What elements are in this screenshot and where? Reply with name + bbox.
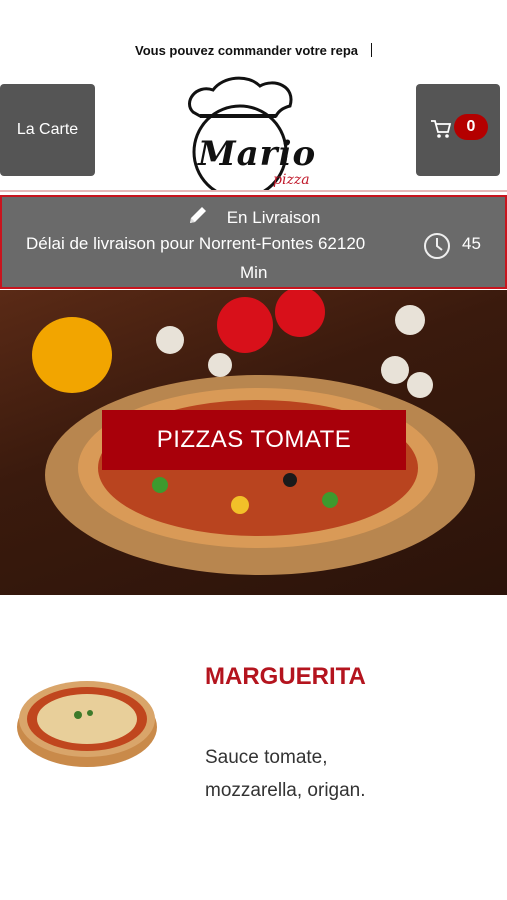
ticker-text: Vous pouvez commander votre repa (135, 43, 358, 58)
logo[interactable]: Mario pizza (178, 72, 333, 200)
delivery-info-bar[interactable]: En Livraison Délai de livraison pour Nor… (0, 195, 507, 289)
pencil-icon[interactable] (187, 204, 209, 226)
logo-title: Mario (198, 134, 317, 174)
menu-button[interactable]: La Carte (0, 84, 95, 176)
product-name: MARGUERITA (205, 663, 366, 690)
product-description: Sauce tomate, mozzarella, origan. (205, 747, 366, 801)
cart-button[interactable]: 0 (416, 84, 500, 176)
cart-count-badge: 0 (454, 114, 488, 140)
announcement-ticker: Vous pouvez commander votre repa (0, 40, 507, 62)
category-banner[interactable]: PIZZAS TOMATE (0, 290, 507, 595)
product-card-marguerita[interactable]: MARGUERITA Sauce tomate, mozzarella, ori… (0, 595, 507, 900)
header: La Carte Mario pizza 0 (0, 70, 507, 200)
pizza-thumbnail-image (17, 681, 157, 767)
delivery-unit: Min (240, 263, 268, 282)
ticker-caret (371, 43, 372, 57)
cart-icon (431, 120, 452, 138)
delivery-delay-text: Délai de livraison pour Norrent-Fontes 6… (26, 234, 366, 253)
delivery-minutes: 45 (462, 234, 481, 253)
logo-subtitle: pizza (273, 172, 310, 188)
delivery-mode: En Livraison (226, 208, 321, 227)
clock-icon (424, 233, 450, 259)
category-title: PIZZAS TOMATE (102, 410, 406, 470)
header-divider (0, 190, 507, 192)
